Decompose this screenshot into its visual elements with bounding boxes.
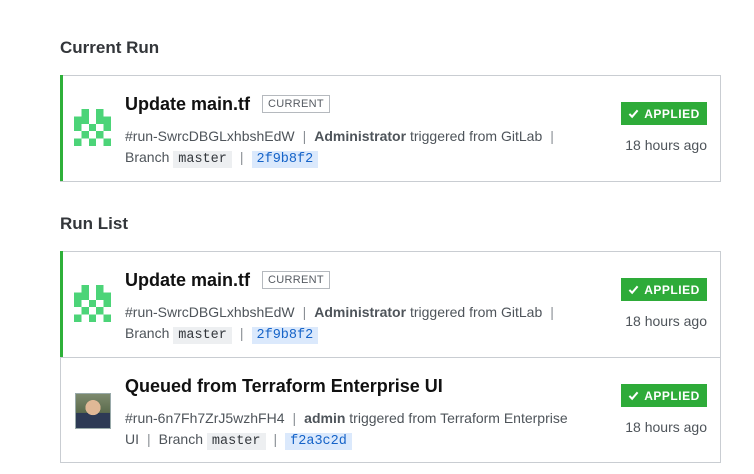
branch-label: Branch	[158, 431, 203, 447]
user-photo-avatar	[75, 393, 111, 429]
run-list-heading: Run List	[60, 214, 128, 233]
current-badge: CURRENT	[262, 271, 330, 289]
separator: |	[239, 325, 244, 341]
status-label: APPLIED	[644, 106, 700, 121]
run-timestamp: 18 hours ago	[625, 313, 707, 329]
run-row[interactable]: Queued from Terraform Enterprise UI #run…	[61, 357, 720, 462]
run-id[interactable]: #run-SwrcDBGLxhbshEdW	[125, 304, 295, 320]
separator: |	[550, 128, 554, 144]
run-title[interactable]: Update main.tf CURRENT	[125, 94, 330, 115]
branch-name: master	[206, 433, 266, 450]
run-id[interactable]: #run-6n7Fh7ZrJ5wzhFH4	[125, 410, 285, 426]
checkmark-icon	[628, 391, 639, 401]
separator: |	[550, 304, 554, 320]
status-label: APPLIED	[644, 388, 700, 403]
commit-sha-link[interactable]: f2a3c2d	[285, 433, 352, 450]
current-badge: CURRENT	[262, 95, 330, 113]
separator: |	[239, 149, 244, 165]
checkmark-icon	[628, 285, 639, 295]
separator: |	[302, 304, 307, 320]
branch-label: Branch	[125, 149, 170, 165]
commit-sha-link[interactable]: 2f9b8f2	[251, 151, 319, 168]
run-user: admin	[304, 410, 346, 426]
identicon-avatar-icon	[74, 109, 111, 146]
run-meta: #run-SwrcDBGLxhbshEdW | Administrator trig…	[125, 126, 595, 170]
separator: |	[147, 431, 151, 447]
checkmark-icon	[628, 109, 639, 119]
branch-label: Branch	[125, 325, 170, 341]
run-title-link[interactable]: Queued from Terraform Enterprise UI	[125, 376, 443, 396]
run-timestamp: 18 hours ago	[625, 137, 707, 153]
identicon-avatar-icon	[74, 285, 111, 322]
run-row[interactable]: Update main.tf CURRENT #run-SwrcDBGLxhbsh…	[60, 251, 720, 357]
commit-sha-link[interactable]: 2f9b8f2	[251, 327, 319, 344]
branch-name: master	[173, 327, 232, 344]
run-title-link[interactable]: Update main.tf	[125, 94, 250, 114]
status-label: APPLIED	[644, 282, 700, 297]
run-title[interactable]: Queued from Terraform Enterprise UI	[125, 376, 443, 397]
run-row-current[interactable]: Update main.tf CURRENT #run-SwrcDBGLxhbsh…	[60, 75, 720, 181]
status-badge: APPLIED	[621, 278, 707, 301]
branch-name: master	[173, 151, 232, 168]
run-user: Administrator	[314, 128, 407, 144]
run-id[interactable]: #run-SwrcDBGLxhbshEdW	[125, 128, 295, 144]
current-run-heading: Current Run	[60, 38, 160, 57]
run-trigger: triggered from GitLab	[409, 128, 543, 144]
run-list-card: Update main.tf CURRENT #run-SwrcDBGLxhbsh…	[60, 251, 721, 463]
run-title[interactable]: Update main.tf CURRENT	[125, 270, 330, 291]
status-badge: APPLIED	[621, 102, 707, 125]
current-run-card: Update main.tf CURRENT #run-SwrcDBGLxhbsh…	[60, 75, 721, 182]
separator: |	[273, 431, 278, 447]
separator: |	[292, 410, 297, 426]
run-meta: #run-SwrcDBGLxhbshEdW | Administrator trig…	[125, 302, 595, 346]
run-title-link[interactable]: Update main.tf	[125, 270, 250, 290]
status-badge: APPLIED	[621, 384, 707, 407]
run-user: Administrator	[314, 304, 407, 320]
run-meta: #run-6n7Fh7ZrJ5wzhFH4 | admin triggered fr…	[125, 408, 595, 452]
run-timestamp: 18 hours ago	[625, 419, 707, 435]
separator: |	[302, 128, 307, 144]
run-trigger: triggered from GitLab	[409, 304, 543, 320]
